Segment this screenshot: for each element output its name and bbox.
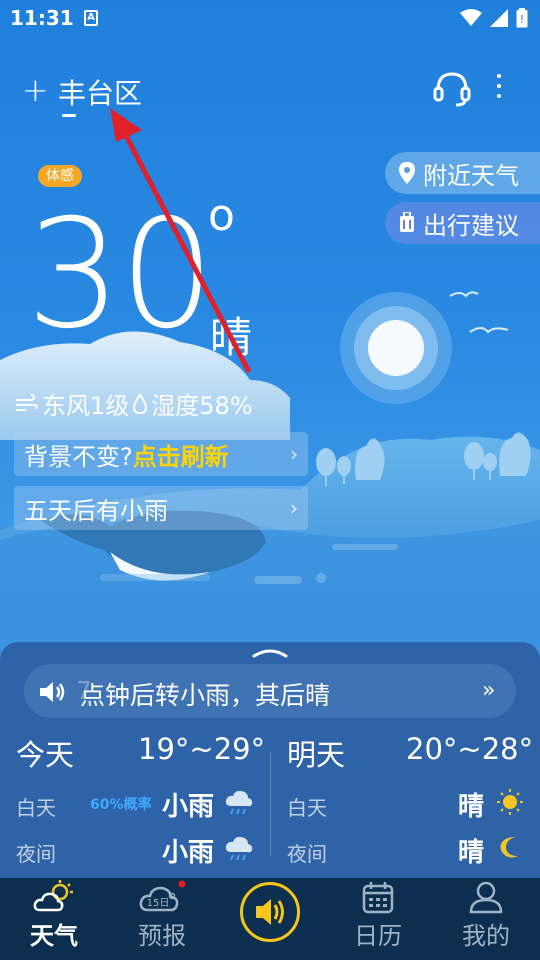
moon-icon [500,837,518,858]
today-title: 今天 [16,738,75,772]
location-pin-icon [399,162,415,184]
tab-calendar-label: 日历 [354,922,402,950]
nearby-weather-button[interactable]: 附近天气 [385,152,540,194]
today-night-label: 夜间 [16,842,56,866]
rain-cloud-icon [225,790,253,815]
add-city-button[interactable]: + [22,74,49,106]
svg-text:!: ! [520,13,524,26]
feel-badge: 体感 [38,165,82,187]
refresh-prefix: 背景不变? [24,442,133,471]
chevron-right-icon: › [290,442,298,466]
status-bar: 11:31 A ! [0,0,540,36]
rain-notice-tip[interactable]: 五天后有小雨 › [14,486,308,530]
tab-weather[interactable]: 天气 [0,878,108,960]
nearby-weather-label: 附近天气 [423,161,519,190]
today-precip-probability: 60%概率 [90,797,152,813]
notification-icon: A [84,10,98,26]
page-indicator [62,114,76,117]
tab-forecast[interactable]: 15日 预报 [108,878,216,960]
signal-icon [490,9,508,27]
status-icons: ! [460,8,528,28]
weather-icon [33,880,73,912]
annotation-arrow-icon [110,108,251,373]
day-divider [270,752,271,856]
forecast-15day-icon: 15日 [139,880,186,912]
luggage-icon [400,212,414,232]
wifi-icon [460,9,482,26]
sun-icon [497,789,523,815]
tab-weather-label: 天气 [30,922,78,950]
rain-cloud-icon [225,836,253,861]
travel-advice-button[interactable]: 出行建议 [385,202,540,244]
calendar-icon [362,882,394,914]
tomorrow-range: 20°~28° [406,732,534,766]
today-day-label: 白天 [16,796,56,820]
tab-profile-label: 我的 [462,922,510,950]
tab-forecast-label: 预报 [138,922,186,950]
wind-value: 东风1级 [42,392,130,420]
today-range: 19°~29° [138,732,266,766]
tomorrow-night-label: 夜间 [287,842,327,866]
speaker-icon [256,899,284,925]
announcement-text: 点钟后转小雨，其后晴 [80,681,331,710]
rain-notice-text: 五天后有小雨 [24,496,168,525]
humidity-value: 湿度58% [151,392,253,420]
chevron-right-icon: › [290,496,298,520]
headset-icon[interactable] [432,68,472,108]
more-options-icon[interactable] [490,70,508,104]
travel-advice-label: 出行建议 [423,211,519,240]
today-night-condition: 小雨 [162,838,215,868]
refresh-link[interactable]: 点击刷新 [133,437,229,472]
forecast-badge-text: 15日 [147,898,170,909]
tab-profile[interactable]: 我的 [432,878,540,960]
tomorrow-title: 明天 [287,738,346,772]
tab-calendar[interactable]: 日历 [324,878,432,960]
expand-handle-icon[interactable] [252,644,288,658]
tomorrow-day-label: 白天 [287,796,327,820]
tomorrow-day-condition: 晴 [458,792,485,822]
double-chevron-right-icon[interactable]: » [482,678,495,703]
humidity-drop-icon [133,392,148,414]
wind-humidity-line: 东风1级 湿度58% [14,386,253,421]
wind-icon [16,393,38,411]
status-time: 11:31 [10,6,74,30]
today-day-condition: 小雨 [162,792,215,822]
speaker-icon[interactable] [38,680,66,704]
voice-broadcast-button[interactable] [240,882,300,942]
tomorrow-night-condition: 晴 [458,838,485,868]
battery-icon: ! [516,8,528,28]
profile-icon [469,881,503,914]
refresh-background-tip[interactable]: 背景不变? 点击刷新 › [14,432,308,476]
